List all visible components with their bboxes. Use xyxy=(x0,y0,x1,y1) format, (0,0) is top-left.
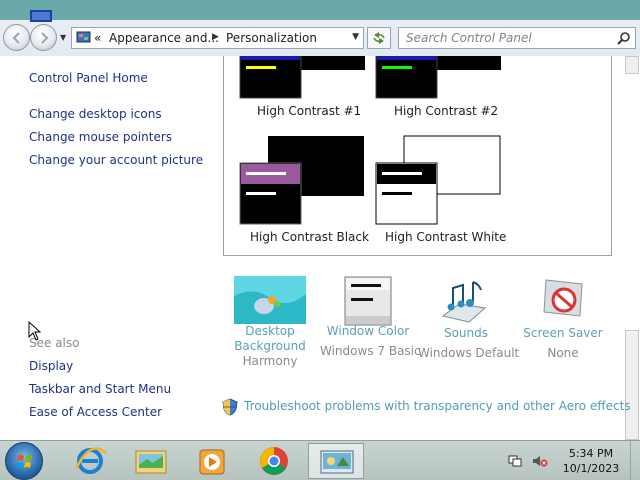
taskbar-internet-explorer[interactable] xyxy=(62,443,118,479)
windows-explorer-icon xyxy=(135,450,167,474)
theme-label: High Contrast #2 xyxy=(394,104,499,118)
theme-thumbnail xyxy=(375,135,501,225)
screen-saver-icon xyxy=(543,279,583,317)
desktop-background-icon xyxy=(234,276,306,324)
address-bar[interactable]: « Appearance and... ▶ Personalization ▼ xyxy=(71,27,364,49)
internet-explorer-icon xyxy=(74,447,107,474)
window-color-item[interactable]: Window Color Windows 7 Basic xyxy=(320,276,421,359)
uac-shield-icon xyxy=(222,398,238,416)
troubleshoot-aero-link[interactable]: Troubleshoot problems with transparency … xyxy=(222,398,631,419)
control-panel-window-icon xyxy=(30,10,52,22)
taskbar-media-player[interactable] xyxy=(184,443,240,479)
refresh-button[interactable] xyxy=(367,27,391,49)
taskbar-windows-explorer[interactable] xyxy=(123,443,179,479)
start-button[interactable] xyxy=(5,442,43,480)
search-icon[interactable] xyxy=(617,31,631,45)
breadcrumb-prefix[interactable]: « xyxy=(94,31,101,45)
windows-logo-icon xyxy=(16,455,32,468)
theme-label: High Contrast Black xyxy=(250,230,369,244)
clock-date: 10/1/2023 xyxy=(562,462,620,475)
window-color-value: Windows 7 Basic xyxy=(320,344,421,358)
screen-saver-value: None xyxy=(547,346,579,360)
taskbar-start-menu-link[interactable]: Taskbar and Start Menu xyxy=(29,382,171,396)
change-account-picture-link[interactable]: Change your account picture xyxy=(29,153,203,167)
forward-arrow-icon xyxy=(41,32,49,44)
desktop-background-title-1: Desktop xyxy=(245,324,295,338)
breadcrumb-personalization[interactable]: Personalization xyxy=(226,31,317,45)
sounds-value: Windows Default xyxy=(418,346,520,360)
mouse-cursor-icon xyxy=(28,321,42,341)
change-desktop-icons-link[interactable]: Change desktop icons xyxy=(29,107,162,121)
desktop-background-value: Harmony xyxy=(242,354,298,368)
media-player-icon xyxy=(199,449,225,475)
recent-pages-dropdown[interactable]: ▼ xyxy=(60,33,66,42)
theme-high-contrast-1[interactable]: High Contrast #1 xyxy=(239,56,367,121)
forward-button[interactable] xyxy=(30,24,57,51)
sounds-icon xyxy=(441,281,487,323)
search-box[interactable]: Search Control Panel xyxy=(398,27,636,49)
control-panel-home-link[interactable]: Control Panel Home xyxy=(29,71,148,85)
back-arrow-icon xyxy=(12,32,20,44)
scrollbar-thumb[interactable] xyxy=(625,330,639,440)
theme-thumbnail xyxy=(239,56,365,99)
window-titlebar: ▼ « Appearance and... ▶ Personalization … xyxy=(0,0,640,56)
theme-label: High Contrast White xyxy=(385,230,507,244)
volume-muted-icon[interactable] xyxy=(532,455,548,467)
sounds-item[interactable]: Sounds Windows Default xyxy=(418,276,520,361)
back-button[interactable] xyxy=(3,24,30,51)
theme-high-contrast-2[interactable]: High Contrast #2 xyxy=(375,56,503,121)
breadcrumb-appearance[interactable]: Appearance and... xyxy=(109,31,219,45)
theme-thumbnail xyxy=(375,56,501,99)
sounds-title: Sounds xyxy=(443,326,489,340)
troubleshoot-text[interactable]: Troubleshoot problems with transparency … xyxy=(244,399,631,413)
address-dropdown-icon[interactable]: ▼ xyxy=(352,32,359,42)
chrome-icon xyxy=(260,447,288,475)
taskbar-control-panel[interactable] xyxy=(308,443,364,479)
clock-time: 5:34 PM xyxy=(568,447,614,460)
theme-label: High Contrast #1 xyxy=(257,104,362,118)
network-icon[interactable] xyxy=(508,455,522,467)
window-color-title: Window Color xyxy=(326,324,410,338)
taskbar: 5:34 PM 10/1/2023 xyxy=(0,440,640,480)
display-link[interactable]: Display xyxy=(29,359,73,373)
control-panel-icon xyxy=(320,450,354,474)
taskbar-chrome[interactable] xyxy=(246,443,302,479)
refresh-icon xyxy=(373,32,385,44)
search-placeholder: Search Control Panel xyxy=(406,31,532,45)
window-caption xyxy=(0,0,640,20)
show-desktop-button[interactable] xyxy=(630,441,640,480)
theme-thumbnail xyxy=(239,136,364,225)
ease-of-access-link[interactable]: Ease of Access Center xyxy=(29,405,162,419)
change-mouse-pointers-link[interactable]: Change mouse pointers xyxy=(29,130,172,144)
control-panel-icon xyxy=(76,31,91,43)
scrollbar-top-segment[interactable] xyxy=(625,56,639,74)
system-clock[interactable]: 5:34 PM 10/1/2023 xyxy=(557,446,625,476)
breadcrumb-chevron-icon[interactable]: ▶ xyxy=(212,32,219,42)
theme-high-contrast-black[interactable]: High Contrast Black xyxy=(239,134,379,249)
theme-high-contrast-white[interactable]: High Contrast White xyxy=(375,134,515,249)
desktop-background-item[interactable]: Desktop Background Harmony xyxy=(228,276,312,369)
left-task-pane: Control Panel Home Change desktop icons … xyxy=(0,56,222,440)
themes-gallery: High Contrast #1 High Contrast #2 High C… xyxy=(223,56,612,256)
screen-saver-title: Screen Saver xyxy=(523,326,603,340)
desktop-background-title-2: Background xyxy=(234,339,306,353)
screen-saver-item[interactable]: Screen Saver None xyxy=(516,276,610,361)
window-color-icon xyxy=(344,276,392,326)
